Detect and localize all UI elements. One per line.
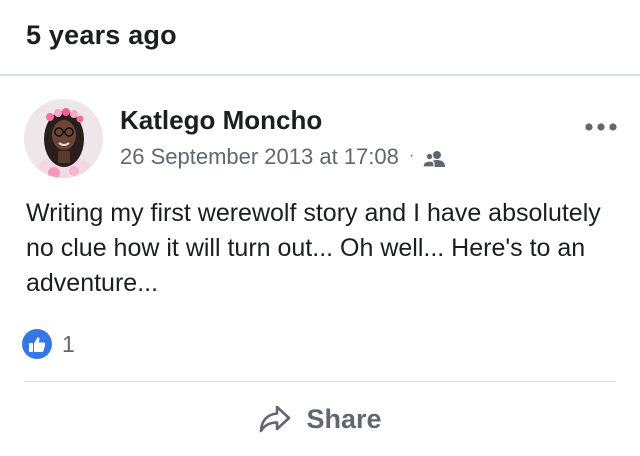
post-timestamp[interactable]: 26 September 2013 at 17:08	[120, 144, 399, 170]
like-icon	[22, 329, 52, 359]
reaction-count: 1	[62, 330, 75, 357]
avatar[interactable]	[24, 99, 103, 178]
meta-separator: ·	[408, 147, 415, 164]
friends-icon[interactable]	[422, 148, 446, 168]
memory-header: 5 years ago	[0, 0, 640, 74]
post-meta: 26 September 2013 at 17:08 ·	[120, 144, 446, 170]
memory-title: 5 years ago	[26, 20, 177, 50]
more-options-icon[interactable]	[584, 120, 618, 132]
post-text: Writing my first werewolf story and I ha…	[26, 199, 601, 297]
avatar-photo	[24, 99, 103, 178]
reactions-summary[interactable]: 1	[22, 329, 75, 359]
post-card: Katlego Moncho 26 September 2013 at 17:0…	[0, 76, 640, 456]
author-name[interactable]: Katlego Moncho	[120, 105, 322, 136]
share-button[interactable]: Share	[0, 382, 640, 456]
share-arrow-icon	[258, 404, 292, 434]
share-label: Share	[306, 403, 382, 434]
